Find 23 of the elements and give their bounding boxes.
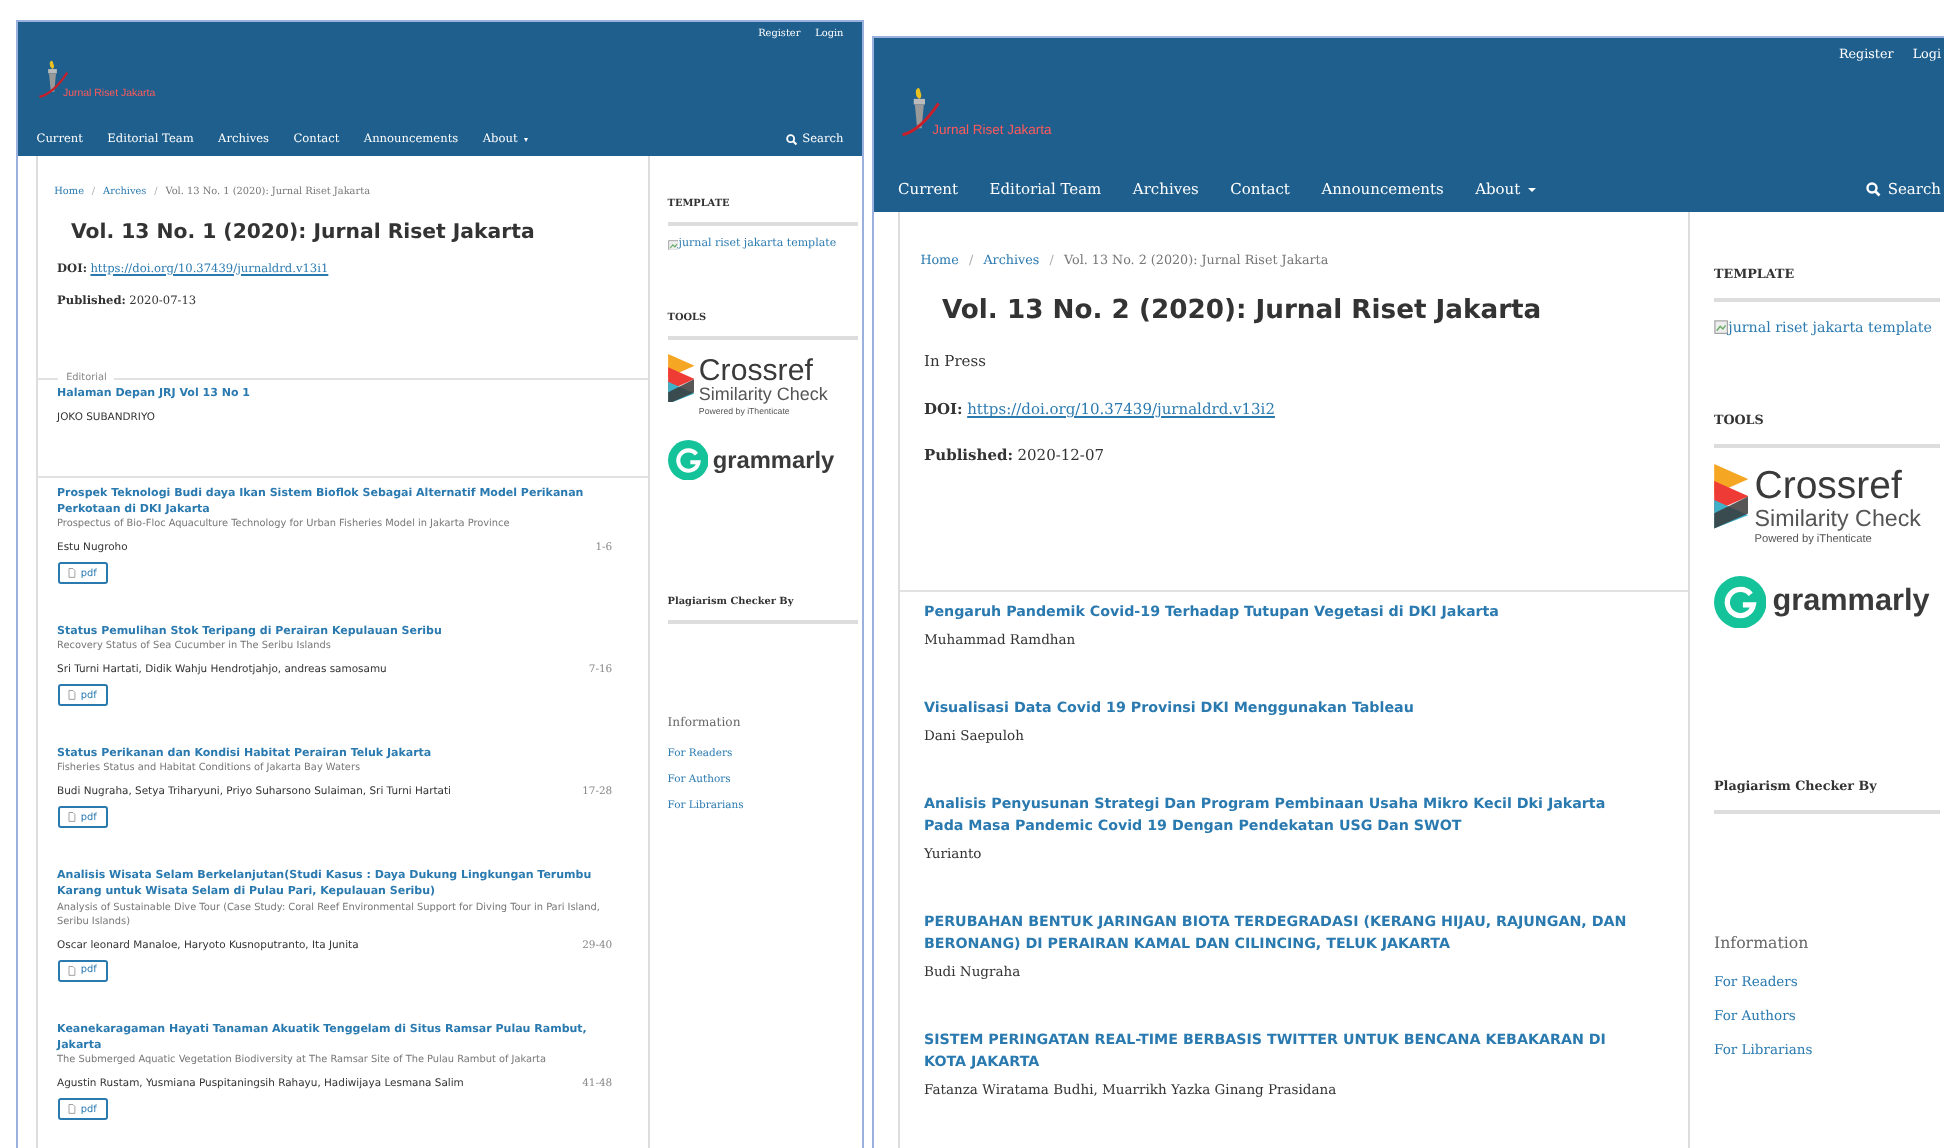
similarity-check-text: Similarity Check xyxy=(698,386,828,406)
search-icon xyxy=(786,134,798,146)
search-icon xyxy=(1866,182,1882,197)
file-icon xyxy=(68,965,77,976)
caret-icon xyxy=(1527,187,1536,192)
issue-title: Vol. 13 No. 2 (2020): Jurnal Riset Jakarta xyxy=(942,295,1544,326)
caret-icon xyxy=(523,138,528,143)
similarity-check-text: Similarity Check xyxy=(1754,507,1921,533)
issue-title: Vol. 13 No. 1 (2020): Jurnal Riset Jakarta xyxy=(71,221,537,243)
crossref-logo-icon xyxy=(1714,464,1749,530)
grammarly-logo-icon xyxy=(1714,575,1767,628)
crossref-logo-text: Crossref xyxy=(698,356,813,387)
grammarly-logo-icon xyxy=(667,439,709,480)
file-icon xyxy=(68,812,77,823)
file-icon xyxy=(68,1104,77,1115)
file-icon xyxy=(68,690,77,701)
grammarly-logo-text: grammarly xyxy=(1772,583,1930,620)
grammarly-logo-text: grammarly xyxy=(712,445,835,474)
crossref-logo-text: Crossref xyxy=(1754,468,1904,508)
broken-image-icon xyxy=(1714,319,1729,334)
crossref-logo-icon xyxy=(667,353,695,403)
broken-image-icon xyxy=(667,239,679,251)
file-icon xyxy=(68,568,77,579)
